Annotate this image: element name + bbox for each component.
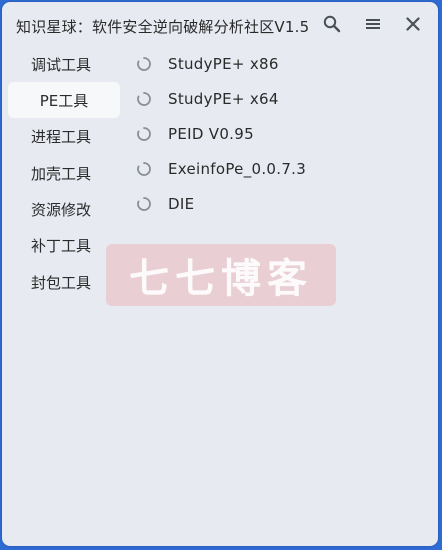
loading-spinner-icon bbox=[137, 197, 151, 211]
tool-item-label: DIE bbox=[168, 195, 195, 213]
close-button[interactable] bbox=[399, 10, 427, 38]
tool-list: StudyPE+ x86 StudyPE+ x64 PEID V0.95 Exe… bbox=[132, 46, 432, 221]
tool-item-peid[interactable]: PEID V0.95 bbox=[132, 116, 432, 151]
tool-item-exeinfope[interactable]: ExeinfoPe_0.0.7.3 bbox=[132, 151, 432, 186]
window-title: 知识星球：软件安全逆向破解分析社区V1.5 bbox=[16, 18, 310, 36]
sidebar-item-label: 调试工具 bbox=[30, 55, 91, 74]
sidebar-item-label: PE工具 bbox=[39, 91, 89, 110]
tool-item-label: ExeinfoPe_0.0.7.3 bbox=[168, 160, 307, 178]
loading-spinner-icon bbox=[137, 127, 151, 141]
sidebar-item-label: 封包工具 bbox=[30, 273, 91, 292]
watermark: 七七博客 bbox=[106, 244, 336, 306]
sidebar-item-pe-tools[interactable]: PE工具 bbox=[8, 82, 120, 119]
tool-item-label: StudyPE+ x86 bbox=[168, 55, 279, 73]
sidebar-item-process-tools[interactable]: 进程工具 bbox=[2, 119, 124, 155]
tool-item-studype-x86[interactable]: StudyPE+ x86 bbox=[132, 46, 432, 81]
app-window: 知识星球：软件安全逆向破解分析社区V1.5 调试工具 PE工具 进程工具 加壳工… bbox=[2, 2, 438, 546]
close-icon bbox=[406, 17, 420, 31]
loading-spinner-icon bbox=[137, 57, 151, 71]
sidebar-item-label: 资源修改 bbox=[30, 201, 91, 220]
sidebar-item-resource-edit[interactable]: 资源修改 bbox=[2, 192, 124, 228]
tool-item-label: PEID V0.95 bbox=[168, 125, 254, 143]
sidebar-item-label: 补丁工具 bbox=[30, 237, 91, 256]
loading-spinner-icon bbox=[137, 92, 151, 106]
menu-icon bbox=[366, 19, 380, 29]
search-icon bbox=[323, 15, 341, 33]
sidebar-item-debug-tools[interactable]: 调试工具 bbox=[2, 46, 124, 82]
menu-button[interactable] bbox=[359, 10, 387, 38]
sidebar-item-label: 进程工具 bbox=[30, 128, 91, 147]
tool-item-die[interactable]: DIE bbox=[132, 186, 432, 221]
search-button[interactable] bbox=[318, 10, 346, 38]
watermark-text: 七七博客 bbox=[129, 256, 313, 302]
loading-spinner-icon bbox=[137, 162, 151, 176]
title-bar[interactable]: 知识星球：软件安全逆向破解分析社区V1.5 bbox=[2, 2, 438, 46]
tool-item-studype-x64[interactable]: StudyPE+ x64 bbox=[132, 81, 432, 116]
sidebar-item-packer-tools[interactable]: 加壳工具 bbox=[2, 155, 124, 191]
sidebar-item-label: 加壳工具 bbox=[30, 164, 91, 183]
tool-item-label: StudyPE+ x64 bbox=[168, 90, 279, 108]
